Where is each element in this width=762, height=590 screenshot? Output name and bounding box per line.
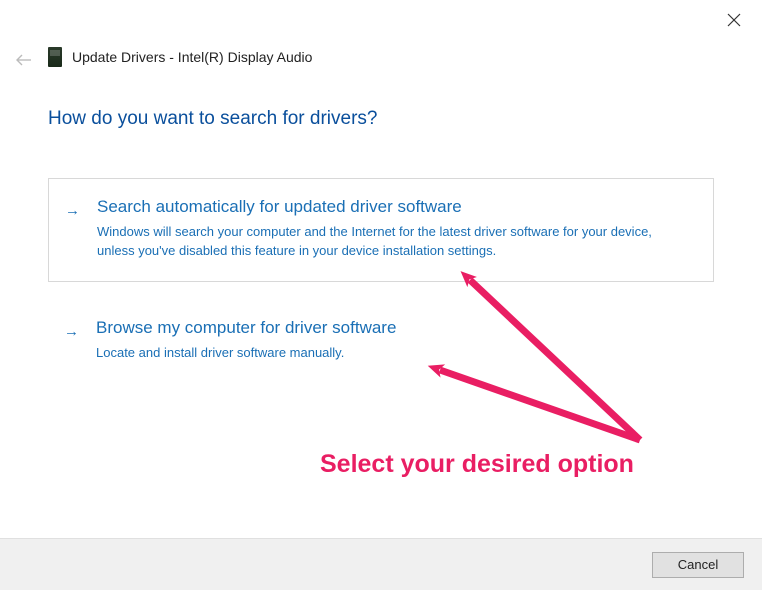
option-title: Search automatically for updated driver … xyxy=(97,197,693,217)
option-browse-computer[interactable]: → Browse my computer for driver software… xyxy=(48,300,714,383)
option-description: Windows will search your computer and th… xyxy=(97,223,693,261)
close-button[interactable] xyxy=(724,12,744,32)
arrow-right-icon: → xyxy=(65,202,80,219)
back-arrow-icon xyxy=(15,53,33,72)
dialog-header: Update Drivers - Intel(R) Display Audio xyxy=(48,47,312,67)
arrow-right-icon: → xyxy=(64,323,79,340)
option-title: Browse my computer for driver software xyxy=(96,318,694,338)
back-button[interactable] xyxy=(14,52,34,72)
dialog-title: Update Drivers - Intel(R) Display Audio xyxy=(72,49,312,65)
dialog-footer: Cancel xyxy=(0,538,762,590)
annotation-label: Select your desired option xyxy=(320,450,634,479)
cancel-button[interactable]: Cancel xyxy=(652,552,744,578)
question-heading: How do you want to search for drivers? xyxy=(48,108,714,130)
dialog-content: How do you want to search for drivers? →… xyxy=(48,108,714,401)
close-icon xyxy=(727,13,741,32)
device-icon xyxy=(48,47,62,67)
option-description: Locate and install driver software manua… xyxy=(96,344,694,363)
option-search-automatically[interactable]: → Search automatically for updated drive… xyxy=(48,178,714,282)
